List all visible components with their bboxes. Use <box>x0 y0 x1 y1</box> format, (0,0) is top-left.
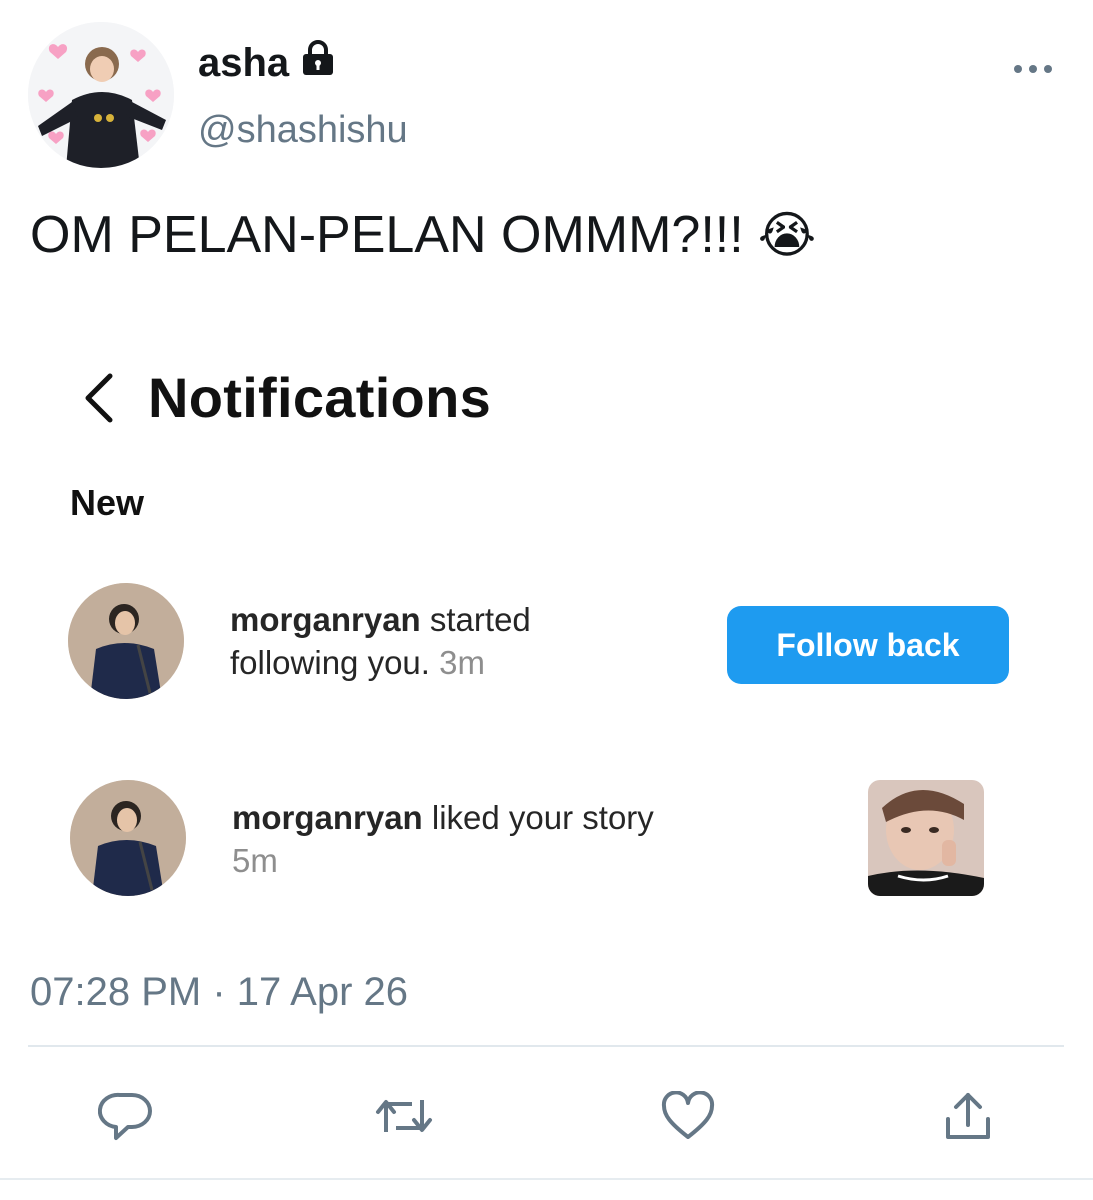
chevron-left-icon <box>85 373 113 423</box>
tweet-timestamp[interactable]: 07:28 PM · 17 Apr 26 <box>30 968 408 1016</box>
back-button <box>78 370 118 426</box>
notification-time: 5m <box>232 842 278 879</box>
tweet-body: OM PELAN-PELAN OMMM?!!! 😭 <box>30 204 816 266</box>
notification-avatar <box>68 583 184 699</box>
display-name-row[interactable]: asha <box>198 40 337 85</box>
notification-action-cont: following you. <box>230 644 430 681</box>
retweet-icon <box>376 1100 432 1132</box>
share-icon <box>946 1093 990 1139</box>
retweet-button[interactable] <box>374 1088 434 1144</box>
notification-text: morganryan started following you. 3m <box>230 598 531 684</box>
notification-username: morganryan <box>230 601 421 638</box>
lock-icon <box>299 40 337 85</box>
follow-back-button: Follow back <box>727 606 1009 684</box>
bottom-divider <box>0 1178 1093 1180</box>
notification-action: liked your story <box>422 799 654 836</box>
notification-action: started <box>420 601 531 638</box>
profile-avatar[interactable] <box>28 22 174 168</box>
reply-icon <box>98 1092 152 1140</box>
section-header-new: New <box>70 482 145 523</box>
crying-emoji: 😭 <box>757 207 817 263</box>
more-options-button[interactable] <box>1008 54 1058 84</box>
tweet-text: OM PELAN-PELAN OMMM?!!! <box>30 206 744 264</box>
notifications-title: Notifications <box>148 366 492 429</box>
like-button[interactable] <box>658 1088 718 1144</box>
story-thumbnail <box>868 780 984 896</box>
reply-button[interactable] <box>96 1088 156 1144</box>
notification-avatar <box>70 780 186 896</box>
notification-text: morganryan liked your story 5m <box>232 796 654 882</box>
like-icon <box>661 1091 715 1139</box>
display-name[interactable]: asha <box>198 41 289 85</box>
notification-time: 3m <box>439 644 485 681</box>
more-horizontal-icon <box>1014 65 1052 73</box>
divider <box>28 1045 1064 1047</box>
notification-username: morganryan <box>232 799 423 836</box>
username-handle[interactable]: @shashishu <box>198 108 408 152</box>
share-button[interactable] <box>938 1088 998 1144</box>
